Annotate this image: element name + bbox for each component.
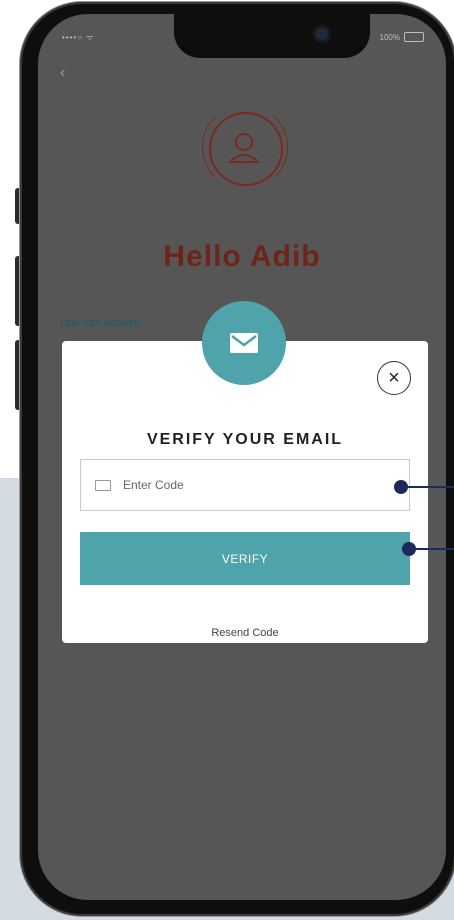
link-account-link[interactable]: Link Your Account [60, 317, 139, 329]
code-input[interactable] [121, 477, 325, 493]
verify-email-modal: × VERIFY YOUR EMAIL VERIFY Resend Code [62, 341, 428, 643]
close-icon[interactable]: × [377, 361, 411, 395]
resend-code-link[interactable]: Resend Code [62, 627, 428, 639]
verify-button[interactable]: VERIFY [80, 532, 410, 585]
mail-badge [202, 301, 286, 385]
back-arrow-icon[interactable]: ‹ [60, 64, 65, 82]
modal-title: VERIFY YOUR EMAIL [146, 431, 344, 448]
notch [174, 14, 370, 58]
user-icon [227, 133, 261, 163]
callout-line-verify [414, 548, 454, 550]
greeting-heading: Hello Adib [163, 240, 321, 273]
avatar [202, 104, 288, 200]
battery-status: 100% [380, 32, 424, 42]
callout-line-code-field [406, 486, 454, 488]
code-icon [95, 479, 111, 491]
camera-icon [316, 28, 328, 40]
battery-icon [404, 32, 424, 42]
carrier-signal: ••••○ ᯤ [62, 33, 95, 42]
battery-percent: 100% [379, 32, 400, 42]
mail-icon [230, 333, 258, 353]
phone-screen: ••••○ ᯤ 100% ‹ Hello Adib Link Your Acco… [38, 14, 446, 900]
code-field[interactable] [80, 459, 410, 511]
